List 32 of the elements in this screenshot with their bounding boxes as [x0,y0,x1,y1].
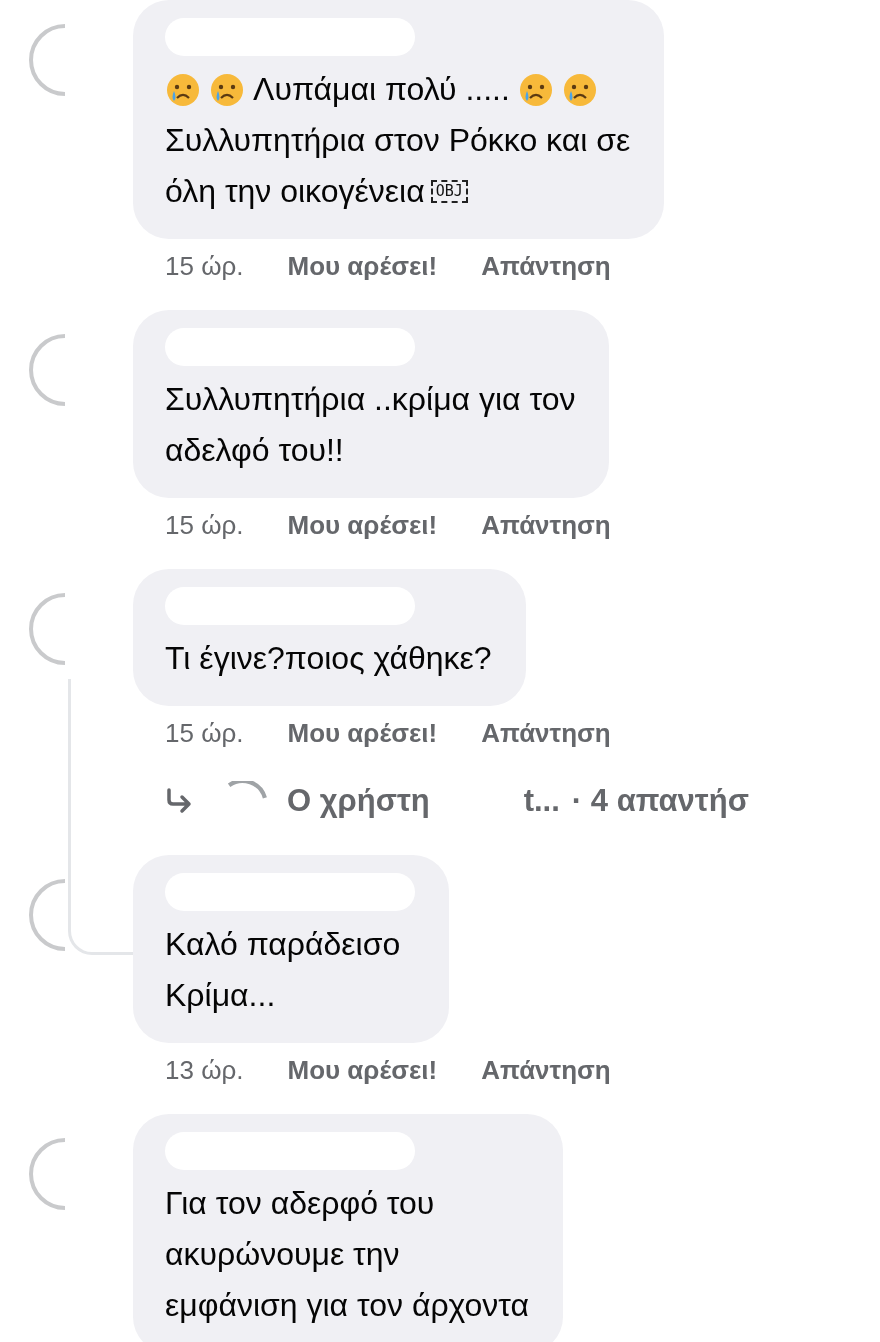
like-link[interactable]: Μου αρέσει! [287,718,438,749]
reply-link[interactable]: Απάντηση [481,251,611,282]
comment-text: εμφάνιση για τον άρχοντα [165,1287,529,1324]
replacement-character-glyph: OBJ [432,182,466,201]
like-link[interactable]: Μου αρέσει! [287,510,438,541]
comment-text: Τι έγινε?ποιος χάθηκε? [165,640,492,677]
comment-text: Κρίμα... [165,977,276,1014]
comment-text: Συλλυπητήρια ..κρίμα για τον [165,381,576,418]
comment-text: ακυρώνουμε την [165,1236,400,1273]
like-link[interactable]: Μου αρέσει! [287,1055,438,1086]
crying-face-icon [517,71,554,108]
view-replies-link[interactable]: t... [523,783,560,819]
comment-time[interactable]: 15 ώρ. [165,510,244,541]
comment-text: Λυπάμαι πολύ ..... [253,71,510,108]
comment-text: αδελφό του!! [165,432,344,469]
crying-face-icon [165,71,201,108]
comment-text: Για τον αδερφό του [165,1185,435,1222]
comment-text: Καλό παράδεισο [165,926,401,963]
reply-link[interactable]: Απάντηση [481,510,611,541]
reply-link[interactable]: Απάντηση [481,718,611,749]
comment-time[interactable]: 15 ώρ. [165,251,244,282]
reply-count-link[interactable]: · 4 απαντήσ [571,783,749,819]
reply-link[interactable]: Απάντηση [481,1055,611,1086]
crying-face-icon [209,71,245,108]
comment-text: Συλλυπητήρια στον Ρόκκο και σε [165,122,631,159]
comment-text: όλη την οικογένεια [165,173,425,210]
comment-time[interactable]: 13 ώρ. [165,1055,244,1086]
like-link[interactable]: Μου αρέσει! [287,251,438,282]
view-replies-link[interactable]: Ο χρήστη [287,783,430,819]
comment-time[interactable]: 15 ώρ. [165,718,244,749]
crying-face-icon [561,71,598,108]
avatar-outline-icon [227,781,267,800]
